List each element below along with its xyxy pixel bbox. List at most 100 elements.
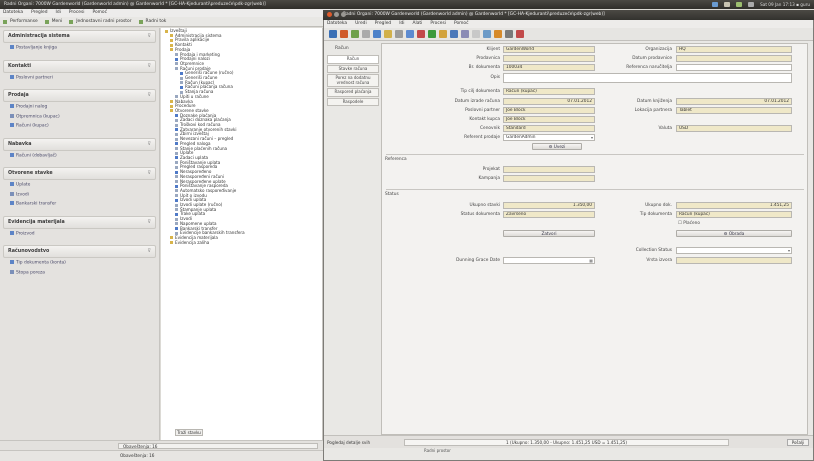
zatvori-button[interactable]: Zatvori bbox=[503, 230, 595, 237]
uvezi-button[interactable]: ⚙ Uvezi bbox=[532, 143, 582, 150]
taskbar-notifications[interactable]: Obaveštenja: 16 bbox=[120, 451, 154, 461]
sidebar-item[interactable]: Stopa poreza bbox=[0, 268, 159, 278]
tipdok-field[interactable]: Račun (kupac) bbox=[676, 211, 792, 218]
undo-icon[interactable] bbox=[329, 30, 337, 38]
send-button[interactable]: Pošalji bbox=[787, 439, 809, 446]
opis-field[interactable] bbox=[503, 73, 792, 83]
klijent-field[interactable]: GardenWorld bbox=[503, 46, 595, 53]
chevron-down-icon[interactable]: ⊽ bbox=[147, 34, 151, 39]
sidebar-section-header[interactable]: Kontakti ⊽ bbox=[3, 59, 156, 73]
cenovnik-field[interactable]: Standard bbox=[503, 125, 595, 132]
copy-icon[interactable] bbox=[362, 30, 370, 38]
sidebar-item[interactable]: Uplate bbox=[0, 180, 159, 190]
menu-item[interactable]: Pomoć bbox=[454, 20, 469, 28]
tab-2[interactable]: Porez na dodatnu vrednost računa bbox=[327, 74, 379, 87]
tab-0[interactable]: Račun bbox=[327, 55, 379, 64]
toolbar-item[interactable]: Performanse bbox=[3, 17, 38, 26]
grid-icon[interactable] bbox=[461, 30, 469, 38]
prodavnica-field[interactable] bbox=[503, 55, 595, 62]
ref-field[interactable] bbox=[676, 64, 792, 71]
organizacija-field[interactable]: HQ bbox=[676, 46, 792, 53]
volume-icon[interactable] bbox=[748, 2, 755, 7]
sidebar-item[interactable]: Izvodi bbox=[0, 190, 159, 200]
sidebar-item[interactable]: Računi (dobavljač) bbox=[0, 151, 159, 161]
last-icon[interactable] bbox=[505, 30, 513, 38]
statusdok-field[interactable]: Završeno bbox=[503, 211, 595, 218]
sidebar-item[interactable]: Poslovni partneri bbox=[0, 73, 159, 83]
chevron-down-icon[interactable]: ⊽ bbox=[147, 220, 151, 225]
datum-field[interactable]: 07.01.2012 bbox=[503, 98, 595, 105]
sidebar-section-header[interactable]: Prodaja ⊽ bbox=[3, 89, 156, 102]
referenca-group[interactable]: Referenca bbox=[385, 157, 407, 162]
toolbar-item[interactable]: Meni bbox=[44, 17, 62, 26]
toolbar-item[interactable]: Radni tok bbox=[138, 17, 166, 26]
mail-icon[interactable] bbox=[724, 2, 731, 7]
collection-field[interactable]: ▾ bbox=[676, 247, 792, 254]
kontakt-field[interactable]: Joe Block bbox=[503, 116, 595, 123]
ukupno-field[interactable]: 1.350,00 bbox=[503, 202, 595, 209]
dunning-field[interactable]: ▦ bbox=[503, 257, 595, 264]
attachment-icon[interactable] bbox=[417, 30, 425, 38]
datum-prod-field[interactable] bbox=[676, 55, 792, 62]
ukupno2-field[interactable]: 1.451,25 bbox=[676, 202, 792, 209]
valuta-field[interactable]: USD bbox=[676, 125, 792, 132]
next-icon[interactable] bbox=[494, 30, 502, 38]
sidebar-section-header[interactable]: Evidencija materijala ⊽ bbox=[3, 215, 156, 229]
minimize-icon[interactable] bbox=[334, 12, 339, 17]
chevron-down-icon[interactable]: ⊽ bbox=[147, 171, 151, 176]
sidebar-section-header[interactable]: Otvorene stavke ⊽ bbox=[3, 167, 156, 180]
tree-search-button[interactable]: Traži stavku bbox=[175, 429, 203, 436]
save-icon[interactable] bbox=[373, 30, 381, 38]
close-icon[interactable] bbox=[327, 12, 332, 17]
network-icon[interactable] bbox=[712, 2, 719, 7]
chevron-down-icon[interactable]: ⊽ bbox=[147, 64, 151, 69]
menu-item[interactable]: Uredi bbox=[355, 20, 367, 28]
tab-3[interactable]: Raspored plaćanja bbox=[327, 88, 379, 97]
find-icon[interactable] bbox=[406, 30, 414, 38]
obradi-button[interactable]: ⚙ Obrada bbox=[676, 230, 792, 237]
sidebar-item[interactable]: Prodajni nalog bbox=[0, 102, 159, 112]
first-icon[interactable] bbox=[472, 30, 480, 38]
prev-icon[interactable] bbox=[483, 30, 491, 38]
datum-knj-field[interactable]: 07.01.2012 bbox=[676, 98, 792, 105]
menu-item[interactable]: Procesi bbox=[430, 20, 446, 28]
tree-node[interactable]: Evidencija zaliha bbox=[161, 240, 322, 246]
izvor-field[interactable] bbox=[676, 257, 792, 264]
help-icon[interactable] bbox=[340, 30, 348, 38]
chevron-down-icon[interactable]: ⊽ bbox=[147, 93, 151, 98]
clock-text[interactable]: Sat 09 Jan 17:13 ▪ guru bbox=[760, 2, 810, 7]
placeno-checkbox[interactable]: ☐ Plaćeno bbox=[678, 221, 718, 226]
brdok-field[interactable]: 100034 bbox=[503, 64, 595, 71]
menu-item[interactable]: Datoteka bbox=[327, 20, 347, 28]
status-left[interactable]: Pogledaj detalje svih bbox=[327, 439, 370, 446]
history-icon[interactable] bbox=[428, 30, 436, 38]
sidebar-section-header[interactable]: Računovodstvo ⊽ bbox=[3, 245, 156, 258]
tipcilj-field[interactable]: Račun (kupac) bbox=[503, 88, 595, 95]
refresh-icon[interactable] bbox=[395, 30, 403, 38]
delete-icon[interactable] bbox=[384, 30, 392, 38]
menu-item[interactable]: Idi bbox=[399, 20, 404, 28]
menu-item[interactable]: Pregled bbox=[375, 20, 391, 28]
print-icon[interactable] bbox=[450, 30, 458, 38]
chevron-down-icon[interactable]: ⊽ bbox=[147, 142, 151, 147]
sidebar-section-header[interactable]: Administracija sistema ⊽ bbox=[3, 30, 156, 43]
menu-item[interactable]: Alati bbox=[413, 20, 423, 28]
sidebar-item[interactable]: Računi (kupac) bbox=[0, 121, 159, 131]
toolbar-item[interactable]: Jednostavni radni prostor bbox=[69, 17, 132, 26]
status-group[interactable]: Status bbox=[385, 192, 399, 197]
sidebar-item[interactable]: Tip dokumenta (konta) bbox=[0, 258, 159, 268]
projekat-field[interactable] bbox=[503, 166, 595, 173]
partner-field[interactable]: Joe Block bbox=[503, 107, 595, 114]
sidebar-item[interactable]: Bankarski transfer bbox=[0, 199, 159, 209]
sidebar-item[interactable]: Postavljanje knjiga bbox=[0, 43, 159, 53]
calendar-icon[interactable]: ▦ bbox=[589, 258, 593, 263]
prodavac-field[interactable]: GardenAdmin ▾ bbox=[503, 134, 595, 141]
tab-1[interactable]: Stavke računa bbox=[327, 64, 379, 73]
tab-4[interactable]: Raspodele bbox=[327, 97, 379, 106]
battery-icon[interactable] bbox=[736, 2, 743, 7]
report-icon[interactable] bbox=[439, 30, 447, 38]
kampanja-field[interactable] bbox=[503, 175, 595, 182]
notifications-status[interactable]: Obaveštenja: 16 bbox=[118, 443, 318, 449]
chevron-down-icon[interactable]: ⊽ bbox=[147, 249, 151, 254]
maximize-icon[interactable] bbox=[341, 12, 346, 17]
